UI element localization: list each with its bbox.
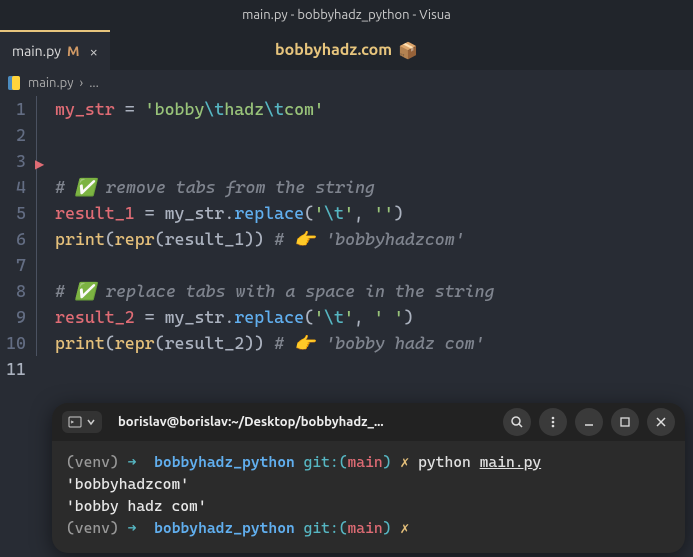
- editor-tabbar: main.py M × bobbyhadz.com 📦: [0, 30, 693, 70]
- terminal-line: (venv) ➜ bobbyhadz_python git:(main) ✗: [66, 517, 671, 539]
- menu-button[interactable]: [539, 408, 567, 436]
- close-icon[interactable]: ×: [90, 43, 98, 60]
- line-number-gutter: 1 2 3 4 5 6 7 8 9 10 11: [0, 96, 32, 382]
- terminal-new-tab-button[interactable]: [62, 411, 102, 433]
- python-file-icon: [6, 75, 22, 91]
- chevron-down-icon: [86, 417, 96, 427]
- window-title: main.py - bobbyhadz_python - Visua: [242, 8, 451, 22]
- terminal-line: (venv) ➜ bobbyhadz_python git:(main) ✗ p…: [66, 451, 671, 473]
- terminal-output: 'bobbyhadzcom': [66, 473, 671, 495]
- maximize-button[interactable]: [611, 408, 639, 436]
- terminal-title: borislav@borislav:~/Desktop/bobbyhadz_..…: [110, 415, 495, 429]
- close-icon: [655, 416, 667, 428]
- watermark-text: bobbyhadz.com 📦: [275, 41, 418, 60]
- terminal-output: 'bobby hadz com': [66, 495, 671, 517]
- code-editor[interactable]: 1 2 3 4 5 6 7 8 9 10 11 my_str = 'bobby\…: [0, 96, 693, 382]
- breadcrumb[interactable]: main.py › ...: [0, 70, 693, 96]
- close-button[interactable]: [647, 408, 675, 436]
- terminal-body[interactable]: (venv) ➜ bobbyhadz_python git:(main) ✗ p…: [52, 441, 685, 553]
- fold-marker-icon[interactable]: ▶: [35, 157, 44, 171]
- terminal-header: borislav@borislav:~/Desktop/bobbyhadz_..…: [52, 403, 685, 441]
- terminal-icon: [68, 415, 82, 429]
- search-button[interactable]: [503, 408, 531, 436]
- breadcrumb-more: ...: [89, 76, 99, 90]
- search-icon: [510, 415, 524, 429]
- minimize-icon: [583, 416, 595, 428]
- tab-modified-indicator: M: [67, 43, 79, 59]
- breadcrumb-file: main.py: [28, 76, 74, 90]
- tab-main-py[interactable]: main.py M ×: [0, 30, 110, 70]
- code-content[interactable]: my_str = 'bobby\thadz\tcom' # ✅ remove t…: [32, 96, 495, 382]
- tab-label: main.py: [12, 43, 61, 59]
- kebab-menu-icon: [546, 415, 560, 429]
- cube-icon: 📦: [398, 41, 418, 60]
- window-titlebar: main.py - bobbyhadz_python - Visua: [0, 0, 693, 30]
- maximize-icon: [619, 416, 631, 428]
- terminal-window[interactable]: borislav@borislav:~/Desktop/bobbyhadz_..…: [52, 403, 685, 553]
- minimize-button[interactable]: [575, 408, 603, 436]
- breadcrumb-sep: ›: [80, 76, 84, 90]
